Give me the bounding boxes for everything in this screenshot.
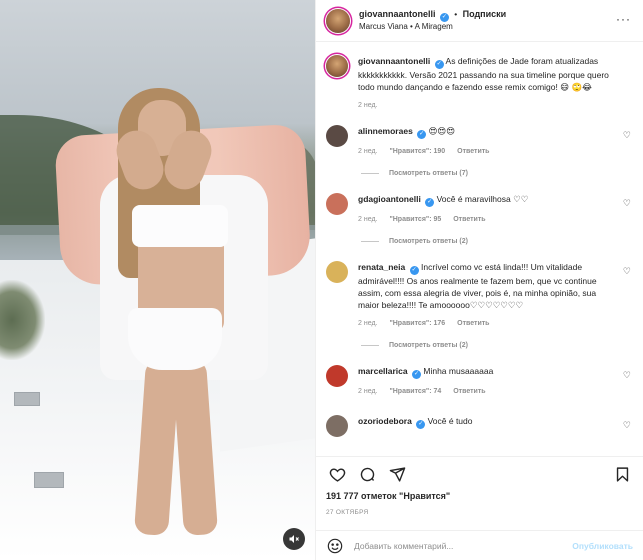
comment-username[interactable]: ozoriodebora [358,416,412,426]
avatar[interactable] [326,260,348,283]
comment-time[interactable]: 2 нед. [358,388,377,395]
comment-username[interactable]: renata_neia [358,262,405,272]
white-top [132,205,228,247]
comment-text: Minha musaaaaaa [423,366,494,377]
publish-button[interactable]: Опубликовать [572,541,633,551]
comment-time[interactable]: 2 нед. [358,216,377,223]
view-replies-button[interactable]: Посмотреть ответы (2) [361,342,633,349]
avatar[interactable] [326,415,348,437]
verified-badge-icon: ✓ [412,370,421,380]
post-date[interactable]: 27 ОКТЯБРЯ [326,509,369,516]
comment-time[interactable]: 2 нед. [358,148,377,155]
audio-track[interactable]: Marcus Viana • A Miragem [359,22,506,33]
view-replies-button[interactable]: Посмотреть ответы (7) [361,170,633,177]
verified-badge-icon: ✓ [417,130,427,140]
post-dialog: giovannaantonelli ✓ • Подписки Marcus Vi… [0,0,643,560]
following-button[interactable]: Подписки [463,9,507,19]
comment-username[interactable]: alinnemoraes [358,126,413,136]
white-bottoms [128,308,222,370]
comment-username[interactable]: marcellarica [358,366,408,376]
heart-icon[interactable]: ♡ [623,130,631,141]
comment-likes[interactable]: "Нравится": 176 [389,320,445,327]
avatar[interactable] [326,365,348,388]
verified-badge-icon: ✓ [409,265,419,275]
caption-username[interactable]: giovannaantonelli [358,56,430,66]
plant [0,280,45,360]
comment-username[interactable]: gdagioantonelli [358,194,421,204]
comment-input[interactable] [354,540,573,551]
comment: ozoriodebora ✓ Você é tudo ♡ [326,415,633,437]
comment-likes[interactable]: "Нравится": 74 [389,388,441,395]
avatar[interactable] [326,193,348,215]
likes-count[interactable]: 191 777 отметок "Нравится" [326,491,450,501]
avatar[interactable] [326,125,348,148]
comment: marcellarica ✓ Minha musaaaaaa 2 нед. "Н… [326,365,633,397]
heart-icon[interactable]: ♡ [623,198,631,209]
header-username[interactable]: giovannaantonelli [359,9,436,19]
header-text: giovannaantonelli ✓ • Подписки Marcus Vi… [359,8,506,33]
comment-composer: Опубликовать [316,530,643,560]
comment-likes[interactable]: "Нравится": 95 [389,216,441,223]
emoji-icon[interactable] [326,537,344,555]
action-bar [316,456,643,492]
reply-button[interactable]: Ответить [453,388,485,395]
heart-icon[interactable] [326,464,348,486]
comment-time[interactable]: 2 нед. [358,320,377,327]
heart-icon[interactable]: ♡ [623,266,631,277]
caption: giovannaantonelli ✓ As definições de Jad… [326,55,633,111]
comment-text: Você é maravilhosa ♡♡ [436,194,529,204]
post-header: giovannaantonelli ✓ • Подписки Marcus Vi… [316,0,643,42]
view-replies-button[interactable]: Посмотреть ответы (2) [361,238,633,245]
floor-drain [34,472,64,488]
comment-text: 😍😍😍 [428,126,456,137]
avatar[interactable] [326,55,348,77]
post-video[interactable] [0,0,315,560]
reply-button[interactable]: Ответить [453,216,485,223]
heart-icon[interactable]: ♡ [623,370,631,381]
comment: renata_neia ✓ Incrível como vc está lind… [326,260,633,329]
share-icon[interactable] [386,464,408,486]
comment-icon[interactable] [356,464,378,486]
caption-time[interactable]: 2 нед. [358,102,377,109]
separator-dot: • [454,9,458,20]
reply-button[interactable]: Ответить [457,320,489,327]
verified-badge-icon: ✓ [434,60,444,69]
floor-drain [14,392,40,406]
more-options-icon[interactable]: ··· [616,12,631,26]
post-side-panel: giovannaantonelli ✓ • Подписки Marcus Vi… [315,0,643,560]
comment: alinnemoraes ✓ 😍😍😍 2 нед. "Нравится": 19… [326,125,633,157]
speaker-muted-icon[interactable] [283,528,305,550]
heart-icon[interactable]: ♡ [623,420,631,431]
comment-likes[interactable]: "Нравится": 190 [389,148,445,155]
comment-text: Você é tudo [427,416,473,426]
reply-button[interactable]: Ответить [457,148,489,155]
comment: gdagioantonelli ✓ Você é maravilhosa ♡♡ … [326,193,633,225]
verified-badge-icon: ✓ [439,13,449,23]
bookmark-icon[interactable] [611,464,633,486]
avatar[interactable] [326,8,350,33]
verified-badge-icon: ✓ [425,198,435,207]
verified-badge-icon: ✓ [416,420,426,429]
comments-list[interactable]: giovannaantonelli ✓ As definições de Jad… [316,43,643,453]
